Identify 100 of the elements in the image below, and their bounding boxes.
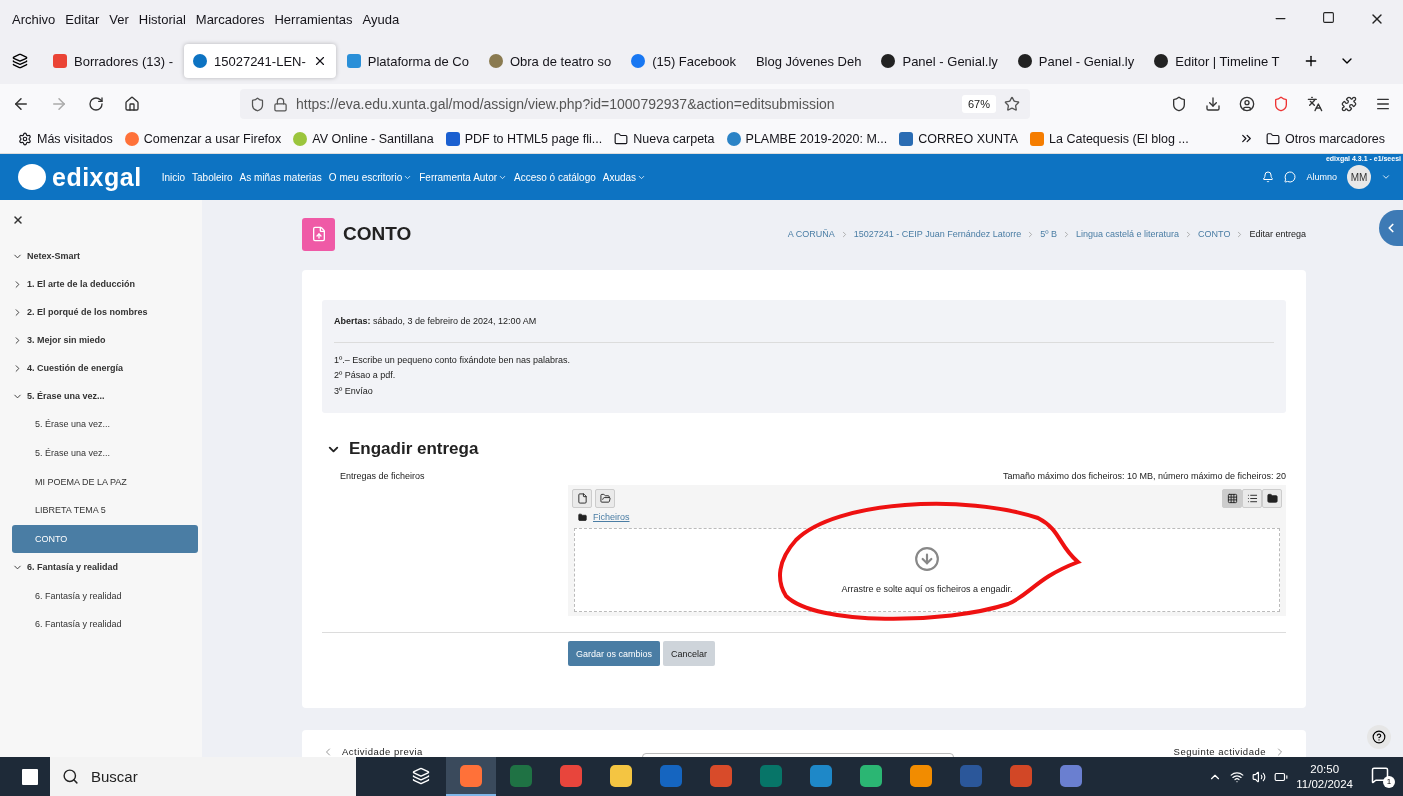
- course-item[interactable]: Netex-Smart: [27, 251, 81, 261]
- bookmark[interactable]: PDF to HTML5 page fli...: [445, 131, 603, 146]
- bookmark[interactable]: Nueva carpeta: [614, 131, 715, 146]
- help-button[interactable]: [1367, 725, 1391, 749]
- nav-link[interactable]: Inicio: [161, 171, 185, 183]
- nav-link[interactable]: Ferramenta Autor: [419, 171, 508, 183]
- menu-item[interactable]: Editar: [61, 11, 106, 27]
- browser-tab[interactable]: (15) Facebook: [622, 44, 745, 78]
- clock[interactable]: 20:50 11/02/2024: [1296, 761, 1353, 792]
- create-folder-button[interactable]: [595, 489, 615, 508]
- close-icon[interactable]: [12, 214, 24, 226]
- task-view-icon[interactable]: [412, 766, 430, 785]
- form-button[interactable]: Gardar os cambios: [568, 641, 661, 666]
- bookmark[interactable]: PLAMBE 2019-2020: M...: [726, 131, 888, 146]
- app-tile-icon[interactable]: [860, 764, 882, 787]
- app-tile-icon[interactable]: [560, 764, 582, 787]
- form-button[interactable]: Cancelar: [663, 641, 716, 666]
- app-tile-icon[interactable]: [1010, 764, 1032, 787]
- app-tile-icon[interactable]: [1060, 764, 1082, 787]
- user-avatar[interactable]: MM: [1347, 165, 1371, 189]
- activity-item[interactable]: 5. Érase una vez...: [12, 438, 198, 468]
- breadcrumb-link[interactable]: A CORUÑA: [787, 229, 835, 239]
- browser-tab[interactable]: Panel - Genial.ly: [1008, 44, 1144, 78]
- breadcrumb-link[interactable]: 15027241 - CEIP Juan Fernández Latorre: [853, 229, 1022, 239]
- url-field[interactable]: https://eva.edu.xunta.gal/mod/assign/view.php?id=1000792937&action=editsubmission 67%: [240, 89, 1030, 119]
- activity-item[interactable]: 6. Fantasía y realidad: [12, 610, 198, 639]
- activity-item[interactable]: 5. Érase una vez...: [12, 410, 198, 439]
- app-tile-icon[interactable]: [460, 764, 482, 787]
- zoom-level[interactable]: 67%: [961, 95, 996, 113]
- browser-tab[interactable]: Blog Jóvenes Deh: [746, 44, 871, 78]
- home-icon[interactable]: [124, 96, 140, 112]
- nav-link[interactable]: Acceso ó catálogo: [514, 171, 596, 183]
- activity-item[interactable]: LIBRETA TEMA 5: [12, 496, 198, 525]
- section-item[interactable]: 2. El porqué de los nombres: [27, 307, 148, 317]
- extensions-icon[interactable]: [1341, 96, 1357, 112]
- view-toggle-button[interactable]: [1262, 489, 1282, 508]
- activity-item[interactable]: CONTO: [12, 524, 198, 554]
- app-tile-icon[interactable]: [760, 764, 782, 787]
- view-toggle-button[interactable]: [1222, 489, 1242, 508]
- menu-item[interactable]: Archivo: [8, 11, 62, 27]
- breadcrumb-link[interactable]: CONTO: [1198, 229, 1231, 239]
- app-tile-icon[interactable]: [910, 764, 932, 787]
- browser-tab[interactable]: Obra de teatro so: [479, 44, 621, 78]
- app-tile-icon[interactable]: [660, 764, 682, 787]
- star-icon[interactable]: [1004, 96, 1020, 112]
- bell-icon[interactable]: [1262, 171, 1275, 183]
- bookmark[interactable]: Más visitados: [18, 131, 113, 146]
- nav-link[interactable]: As miñas materias: [239, 171, 322, 183]
- activity-item[interactable]: 6. Fantasía y realidad: [12, 581, 198, 611]
- maximize-icon[interactable]: [1322, 11, 1335, 24]
- browser-tab[interactable]: Editor | Timeline T: [1145, 44, 1289, 78]
- chat-icon[interactable]: [1284, 171, 1297, 183]
- browser-tab[interactable]: 15027241-LEN-: [184, 44, 336, 78]
- nav-link[interactable]: Axudas: [602, 171, 647, 183]
- browser-tab[interactable]: Borradores (13) -: [44, 44, 182, 78]
- taskbar-search[interactable]: Buscar: [50, 757, 356, 796]
- drop-zone[interactable]: Arrastre e solte aquí os ficheiros a engadir.: [574, 528, 1280, 612]
- nav-link[interactable]: Taboleiro: [192, 171, 233, 183]
- browser-tab[interactable]: Panel - Genial.ly: [872, 44, 1007, 78]
- previous-activity-link[interactable]: Actividade previa: [342, 746, 423, 757]
- app-tile-icon[interactable]: [610, 764, 632, 787]
- breadcrumb-link[interactable]: Editar entrega: [1249, 229, 1306, 239]
- speaker-icon[interactable]: [1252, 769, 1267, 784]
- translate-icon[interactable]: [1307, 96, 1323, 112]
- section-item[interactable]: 3. Mejor sin miedo: [27, 335, 106, 345]
- app-tile-icon[interactable]: [510, 764, 532, 787]
- tab-list-icon[interactable]: [12, 53, 28, 69]
- menu-icon[interactable]: [1375, 96, 1391, 112]
- menu-item[interactable]: Ver: [105, 11, 135, 27]
- bookmark[interactable]: La Catequesis (El blog ...: [1030, 131, 1189, 146]
- bookmark-folder[interactable]: Otros marcadores: [1265, 131, 1385, 146]
- view-toggle-button[interactable]: [1242, 489, 1262, 508]
- reload-icon[interactable]: [88, 96, 104, 112]
- bookmark[interactable]: Comenzar a usar Firefox: [124, 131, 282, 146]
- menu-item[interactable]: Historial: [134, 11, 192, 27]
- activity-item[interactable]: MI POEMA DE LA PAZ: [12, 467, 198, 497]
- next-activity-link[interactable]: Seguinte actividade: [1173, 746, 1266, 757]
- menu-item[interactable]: Ayuda: [358, 11, 406, 27]
- account-icon[interactable]: [1239, 96, 1255, 112]
- section-item[interactable]: 4. Cuestión de energía: [27, 363, 124, 373]
- app-tile-icon[interactable]: [960, 764, 982, 787]
- shield-icon[interactable]: [1273, 96, 1289, 112]
- drawer-toggle[interactable]: [1379, 210, 1403, 246]
- caret-icon[interactable]: [1381, 172, 1391, 182]
- menu-item[interactable]: Marcadores: [191, 11, 271, 27]
- section-item[interactable]: 5. Érase una vez...: [27, 391, 105, 401]
- add-file-button[interactable]: [572, 489, 592, 508]
- breadcrumb-link[interactable]: 5º B: [1040, 229, 1058, 239]
- section-item[interactable]: 6. Fantasía y realidad: [27, 562, 119, 573]
- breadcrumb-link[interactable]: Lingua castelá e literatura: [1076, 229, 1180, 239]
- bookmark[interactable]: CORREO XUNTA: [899, 131, 1019, 146]
- app-tile-icon[interactable]: [810, 764, 832, 787]
- nav-link[interactable]: O meu escritorio: [328, 171, 413, 183]
- folder-link[interactable]: Ficheiros: [593, 512, 630, 522]
- download-icon[interactable]: [1205, 96, 1221, 112]
- menu-item[interactable]: Herramientas: [270, 11, 359, 27]
- app-tile-icon[interactable]: [710, 764, 732, 787]
- back-icon[interactable]: [12, 95, 30, 113]
- browser-tab[interactable]: Plataforma de Co: [337, 44, 478, 78]
- site-logo[interactable]: edixgal: [52, 162, 142, 192]
